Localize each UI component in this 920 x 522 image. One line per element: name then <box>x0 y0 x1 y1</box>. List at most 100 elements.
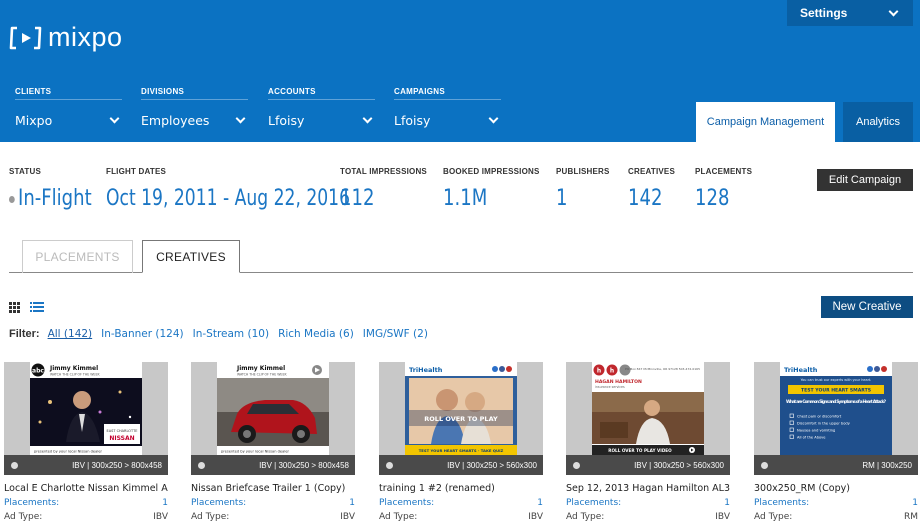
flight-dates-value: Oct 19, 2011 - Aug 22, 2016 <box>106 186 351 211</box>
trailer-footer: presented by your local Nissan dealer <box>221 450 290 454</box>
filter-label: Filter: <box>9 328 40 340</box>
divisions-selector[interactable]: DIVISIONS Employees <box>141 87 248 128</box>
trihealth-brand: TriHealth <box>409 366 443 374</box>
total-impressions-value: 112 <box>340 186 375 211</box>
thumbnail-info-bar: IBV | 300x250 > 800x458 <box>4 455 168 475</box>
placements-value: 128 <box>695 186 730 211</box>
accounts-selector[interactable]: ACCOUNTS Lfoisy <box>268 87 375 128</box>
creative-format: IBV | 300x250 > 800x458 <box>259 460 349 470</box>
filter-in-stream[interactable]: In-Stream (10) <box>193 328 269 340</box>
grid-view-icon[interactable] <box>9 302 22 313</box>
list-view-icon[interactable] <box>30 302 44 313</box>
campaigns-value: Lfoisy <box>394 113 431 128</box>
trihealth2-brand: TriHealth <box>784 366 818 374</box>
chevron-down-icon <box>488 113 499 124</box>
thumbnail-info-bar: IBV | 300x250 > 560x300 <box>379 455 543 475</box>
kimmel-city: EAST CHARLOTTE <box>107 429 138 433</box>
radio-icon[interactable] <box>11 461 18 469</box>
svg-text:h: h <box>597 368 601 375</box>
tab-placements[interactable]: PLACEMENTS <box>22 240 133 273</box>
campaigns-selector[interactable]: CAMPAIGNS Lfoisy <box>394 87 501 128</box>
ad-type-value: RM <box>903 512 918 522</box>
kimmel-ad-image: abc Jimmy Kimmel WATCH THE CLIP OF THE W… <box>30 362 142 455</box>
radio-icon[interactable] <box>386 461 393 469</box>
ad-type-label: Ad Type: <box>566 512 605 522</box>
creative-card[interactable]: h h HAGAN HAMILTON insurance services PO… <box>566 362 730 522</box>
publishers-value: 1 <box>556 186 568 211</box>
publishers-stat: PUBLISHERS 1 <box>556 167 610 211</box>
settings-dropdown[interactable]: Settings <box>787 0 913 26</box>
status-dot-icon <box>9 195 15 203</box>
creative-format: IBV | 300x250 > 800x458 <box>72 460 162 470</box>
chevron-down-icon <box>109 113 120 124</box>
trailer-tag: WATCH THE CLIP OF THE WEEK <box>237 373 287 377</box>
ad-type-label: Ad Type: <box>191 512 230 522</box>
quiz-option: All of the Above <box>797 435 826 439</box>
creative-card[interactable]: Jimmy Kimmel WATCH THE CLIP OF THE WEEK … <box>191 362 355 522</box>
quiz-text: TEST YOUR HEART SMARTS · TAKE QUIZ <box>419 448 504 453</box>
edit-campaign-button[interactable]: Edit Campaign <box>817 169 913 191</box>
filter-rich-media[interactable]: Rich Media (6) <box>278 328 354 340</box>
filter-img-swf[interactable]: IMG/SWF (2) <box>363 328 428 340</box>
creatives-label: CREATIVES <box>628 167 675 176</box>
placements-count[interactable]: 1 <box>162 498 168 508</box>
hagan-cta: ROLL OVER TO PLAY VIDEO <box>608 448 672 453</box>
kimmel-name: Jimmy Kimmel <box>49 365 98 372</box>
tab-campaign-management[interactable]: Campaign Management <box>696 102 835 142</box>
ad-type-value: IBV <box>715 512 730 522</box>
tab-creatives[interactable]: CREATIVES <box>142 240 240 273</box>
creative-format: IBV | 300x250 > 560x300 <box>447 460 537 470</box>
play-logo-icon <box>9 26 42 49</box>
creative-thumbnail[interactable]: abc Jimmy Kimmel WATCH THE CLIP OF THE W… <box>4 362 168 475</box>
kimmel-dealer: NISSAN <box>109 435 134 442</box>
trihealth-quiz-ad-image: TriHealth You can trust our experts with… <box>780 362 892 455</box>
chevron-down-icon <box>362 113 373 124</box>
placements-label: PLACEMENTS <box>695 167 753 176</box>
creative-card[interactable]: TriHealth ROLL OVER TO PLAY TEST YOUR HE… <box>379 362 543 522</box>
chevron-down-icon <box>888 6 899 16</box>
kimmel-footer: presented by your local Nissan dealer <box>34 450 103 454</box>
trihealth2-banner: TEST YOUR HEART SMARTS <box>801 388 871 394</box>
kimmel-tag: WATCH THE CLIP OF THE WEEK <box>50 373 100 377</box>
placements-count[interactable]: 1 <box>349 498 355 508</box>
placements-label: Placements: <box>4 498 60 508</box>
status-stat: STATUS In-Flight <box>9 167 110 211</box>
radio-icon[interactable] <box>573 461 580 469</box>
creative-title[interactable]: Nissan Briefcase Trailer 1 (Copy) <box>191 483 355 494</box>
creative-title[interactable]: Sep 12, 2013 Hagan Hamilton AL308... <box>566 483 730 494</box>
mixpo-logo[interactable]: mixpo <box>9 22 123 53</box>
divisions-value: Employees <box>141 113 210 128</box>
total-impressions-stat: TOTAL IMPRESSIONS 112 <box>340 167 427 211</box>
settings-label: Settings <box>800 6 848 20</box>
hagan-sub: insurance services <box>595 385 625 389</box>
creative-thumbnail[interactable]: TriHealth You can trust our experts with… <box>754 362 918 475</box>
creative-card[interactable]: abc Jimmy Kimmel WATCH THE CLIP OF THE W… <box>4 362 168 522</box>
tab-analytics[interactable]: Analytics <box>843 102 913 142</box>
creative-title[interactable]: Local E Charlotte Nissan Kimmel ABC... <box>4 483 168 494</box>
booked-impressions-value: 1.1M <box>443 186 488 211</box>
placements-stat: PLACEMENTS 128 <box>695 167 752 211</box>
radio-icon[interactable] <box>761 461 768 469</box>
placements-label: Placements: <box>754 498 810 508</box>
clients-selector[interactable]: CLIENTS Mixpo <box>15 87 122 128</box>
creative-thumbnail[interactable]: Jimmy Kimmel WATCH THE CLIP OF THE WEEK … <box>191 362 355 475</box>
ad-type-label: Ad Type: <box>379 512 418 522</box>
new-creative-button[interactable]: New Creative <box>821 296 913 318</box>
placements-count[interactable]: 1 <box>912 498 918 508</box>
creative-card[interactable]: TriHealth You can trust our experts with… <box>754 362 918 522</box>
creative-thumbnail[interactable]: h h HAGAN HAMILTON insurance services PO… <box>566 362 730 475</box>
placements-count[interactable]: 1 <box>537 498 543 508</box>
placements-count[interactable]: 1 <box>724 498 730 508</box>
filter-in-banner[interactable]: In-Banner (124) <box>101 328 183 340</box>
accounts-value: Lfoisy <box>268 113 305 128</box>
creative-title[interactable]: 300x250_RM (Copy) <box>754 483 918 494</box>
creative-thumbnail[interactable]: TriHealth ROLL OVER TO PLAY TEST YOUR HE… <box>379 362 543 475</box>
campaigns-label: CAMPAIGNS <box>394 87 501 100</box>
ad-type-label: Ad Type: <box>4 512 43 522</box>
creative-title[interactable]: training 1 #2 (renamed) <box>379 483 543 494</box>
accounts-label: ACCOUNTS <box>268 87 375 100</box>
clients-value: Mixpo <box>15 113 53 128</box>
radio-icon[interactable] <box>198 461 205 469</box>
filter-all[interactable]: All (142) <box>48 328 93 340</box>
status-value: In-Flight <box>18 186 92 211</box>
